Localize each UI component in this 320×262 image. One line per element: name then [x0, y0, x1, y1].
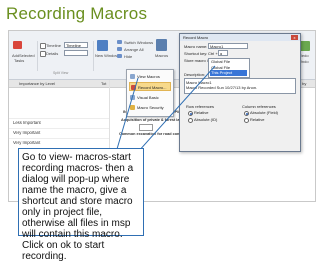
instruction-text: Go to view- macros-start recording macro… — [22, 152, 134, 262]
instruction-callout: Go to view- macros-start recording macro… — [18, 148, 144, 262]
